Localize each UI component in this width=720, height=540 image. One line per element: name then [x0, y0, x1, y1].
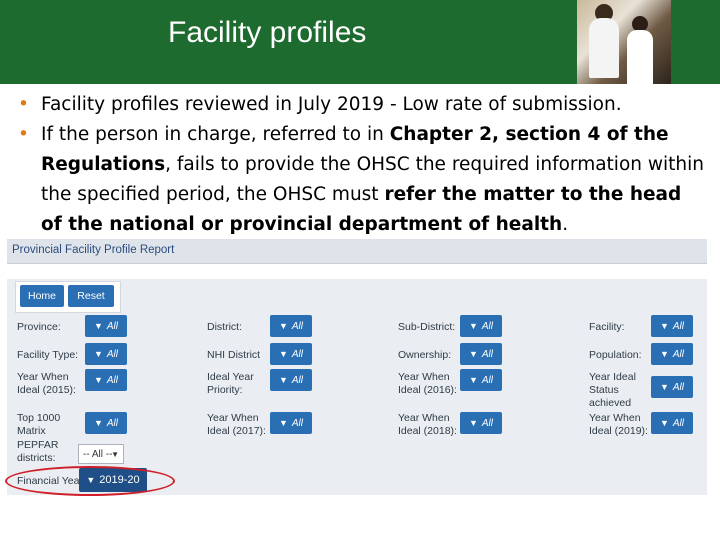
filter-icon: ▼: [468, 321, 478, 331]
filter-icon: ▼: [659, 418, 669, 428]
report-screenshot: Provincial Facility Profile Report Home …: [7, 239, 707, 495]
facility-type-label: Facility Type:: [17, 349, 79, 361]
ideal-2016-label: Year When Ideal (2016):: [398, 371, 457, 396]
filter-icon: ▼: [468, 418, 478, 428]
ideal-2018-filter-button[interactable]: ▼ All: [460, 412, 502, 434]
filter-icon: ▼: [93, 349, 103, 359]
filter-icon: ▼: [278, 321, 288, 331]
ideal-2017-filter-button[interactable]: ▼ All: [270, 412, 312, 434]
filter-icon: ▼: [93, 375, 103, 385]
ideal-2017-label: Year When Ideal (2017):: [207, 412, 266, 437]
ideal-2019-label: Year When Ideal (2019):: [589, 412, 648, 437]
district-label: District:: [207, 321, 242, 333]
highlight-ellipse: [5, 466, 175, 496]
home-button[interactable]: Home: [20, 285, 64, 307]
bullet-list: • Facility profiles reviewed in July 201…: [18, 90, 708, 240]
slide-title: Facility profiles: [168, 16, 367, 49]
ideal-priority-label: Ideal Year Priority:: [207, 371, 254, 396]
nhi-district-label: NHI District: [207, 349, 261, 361]
filter-icon: ▼: [278, 349, 288, 359]
pepfar-label: PEPFAR districts:: [17, 439, 59, 464]
ideal-status-label: Year Ideal Status achieved: [589, 371, 636, 409]
sub-district-filter-button[interactable]: ▼ All: [460, 315, 502, 337]
facility-type-filter-button[interactable]: ▼ All: [85, 343, 127, 365]
slide-header: Facility profiles: [0, 0, 720, 84]
province-filter-button[interactable]: ▼ All: [85, 315, 127, 337]
province-label: Province:: [17, 321, 61, 333]
filter-icon: ▼: [93, 418, 103, 428]
chevron-down-icon: ▼: [111, 450, 119, 459]
action-button-group: Home Reset: [15, 281, 121, 313]
ideal-2015-filter-button[interactable]: ▼ All: [85, 369, 127, 391]
ideal-status-filter-button[interactable]: ▼ All: [651, 376, 693, 398]
filter-icon: ▼: [659, 382, 669, 392]
bullet-dot-icon: •: [18, 124, 29, 145]
ideal-2016-filter-button[interactable]: ▼ All: [460, 369, 502, 391]
filter-icon: ▼: [278, 375, 288, 385]
pepfar-select[interactable]: -- All -- ▼: [78, 444, 124, 464]
filter-icon: ▼: [93, 321, 103, 331]
reset-button[interactable]: Reset: [68, 285, 114, 307]
bullet-item: • If the person in charge, referred to i…: [18, 120, 708, 240]
header-photo: [577, 0, 671, 84]
ideal-2019-filter-button[interactable]: ▼ All: [651, 412, 693, 434]
filter-icon: ▼: [659, 321, 669, 331]
filter-icon: ▼: [659, 349, 669, 359]
ideal-2015-label: Year When Ideal (2015):: [17, 371, 76, 396]
bullet-item: • Facility profiles reviewed in July 201…: [18, 90, 708, 120]
ideal-2018-label: Year When Ideal (2018):: [398, 412, 457, 437]
sub-district-label: Sub-District:: [398, 321, 456, 333]
top1000-label: Top 1000 Matrix: [17, 412, 61, 437]
ideal-priority-filter-button[interactable]: ▼ All: [270, 369, 312, 391]
facility-label: Facility:: [589, 321, 625, 333]
filter-icon: ▼: [468, 375, 478, 385]
filter-icon: ▼: [278, 418, 288, 428]
ownership-label: Ownership:: [398, 349, 452, 361]
top1000-filter-button[interactable]: ▼ All: [85, 412, 127, 434]
population-filter-button[interactable]: ▼ All: [651, 343, 693, 365]
population-label: Population:: [589, 349, 642, 361]
report-titlebar: Provincial Facility Profile Report: [7, 239, 707, 264]
facility-filter-button[interactable]: ▼ All: [651, 315, 693, 337]
district-filter-button[interactable]: ▼ All: [270, 315, 312, 337]
ownership-filter-button[interactable]: ▼ All: [460, 343, 502, 365]
nhi-district-filter-button[interactable]: ▼ All: [270, 343, 312, 365]
filter-icon: ▼: [468, 349, 478, 359]
report-title: Provincial Facility Profile Report: [12, 244, 175, 256]
bullet-dot-icon: •: [18, 94, 29, 115]
